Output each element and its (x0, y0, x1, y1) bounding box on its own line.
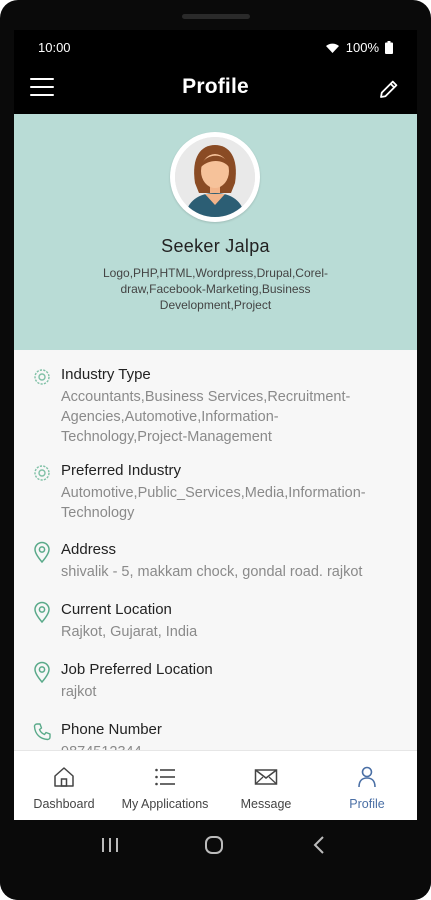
app-screen: 10:00 100% Profile Seeker Jalpa Logo,PHP… (14, 30, 417, 820)
status-bar: 10:00 100% (14, 30, 417, 64)
profile-header: Seeker Jalpa Logo,PHP,HTML,Wordpress,Dru… (14, 114, 417, 350)
home-button[interactable] (204, 835, 224, 855)
wifi-icon (325, 43, 339, 53)
detail-value: rajkot (61, 684, 97, 700)
detail-label: Address (61, 541, 117, 558)
detail-preferred-industry: Preferred Industry Automotive,Public_Ser… (14, 462, 417, 522)
location-pin-icon (34, 601, 50, 623)
recent-apps-button[interactable] (100, 836, 120, 854)
gear-icon (34, 465, 50, 481)
nav-profile[interactable]: Profile (317, 751, 417, 820)
edit-profile-button[interactable] (377, 77, 401, 101)
gear-icon (34, 369, 50, 385)
detail-value: 9874512344 (61, 742, 401, 750)
detail-value: Rajkot, Gujarat, India (61, 624, 198, 640)
profile-skills: Logo,PHP,HTML,Wordpress,Drupal,Corel-dra… (103, 266, 328, 312)
nav-label: Message (240, 797, 292, 811)
detail-label: Preferred Industry (61, 462, 182, 479)
nav-my-applications[interactable]: My Applications (115, 751, 215, 820)
detail-value: shivalik - 5, makkam chock, gondal road.… (61, 564, 363, 580)
phone-frame: 10:00 100% Profile Seeker Jalpa Logo,PHP… (0, 0, 431, 900)
detail-job-preferred-location: Job Preferred Location rajkot (14, 661, 417, 709)
speaker-grille (182, 14, 250, 19)
mail-icon (254, 769, 278, 785)
detail-current-location: Current Location Rajkot, Gujarat, India (14, 601, 417, 649)
detail-label: Phone Number (61, 721, 162, 738)
battery-percent: 100% (345, 40, 379, 55)
detail-value: Accountants,Business Services,Recruitmen… (61, 389, 351, 445)
home-icon (54, 767, 74, 787)
phone-icon (33, 723, 51, 741)
avatar-illustration (175, 137, 255, 217)
detail-label: Industry Type (61, 366, 151, 383)
nav-label: Dashboard (33, 797, 95, 811)
detail-value: Automotive,Public_Services,Media,Informa… (61, 485, 366, 521)
detail-label: Job Preferred Location (61, 661, 213, 678)
battery-icon (385, 41, 393, 54)
nav-label: Profile (349, 797, 385, 811)
detail-address: Address shivalik - 5, makkam chock, gond… (14, 541, 417, 589)
nav-label: My Applications (121, 797, 209, 811)
list-icon (155, 768, 175, 786)
status-time: 10:00 (38, 40, 71, 55)
status-icons: 100% (325, 40, 393, 55)
detail-phone-number: Phone Number 9874512344 (14, 721, 417, 750)
detail-industry-type: Industry Type Accountants,Business Servi… (14, 366, 417, 446)
location-pin-icon (34, 661, 50, 683)
pencil-icon (380, 80, 398, 98)
location-pin-icon (34, 541, 50, 563)
avatar[interactable] (170, 132, 260, 222)
system-navigation-bar (0, 820, 431, 900)
profile-name: Seeker Jalpa (161, 236, 270, 256)
bottom-navigation: Dashboard My Applications Message Profil… (14, 750, 417, 820)
nav-message[interactable]: Message (216, 751, 316, 820)
nav-dashboard[interactable]: Dashboard (14, 751, 114, 820)
back-button[interactable] (312, 835, 326, 855)
profile-details-list: Industry Type Accountants,Business Servi… (14, 350, 417, 750)
detail-label: Current Location (61, 601, 172, 618)
page-title: Profile (182, 75, 249, 98)
person-icon (358, 766, 376, 788)
app-bar: Profile (14, 64, 417, 114)
